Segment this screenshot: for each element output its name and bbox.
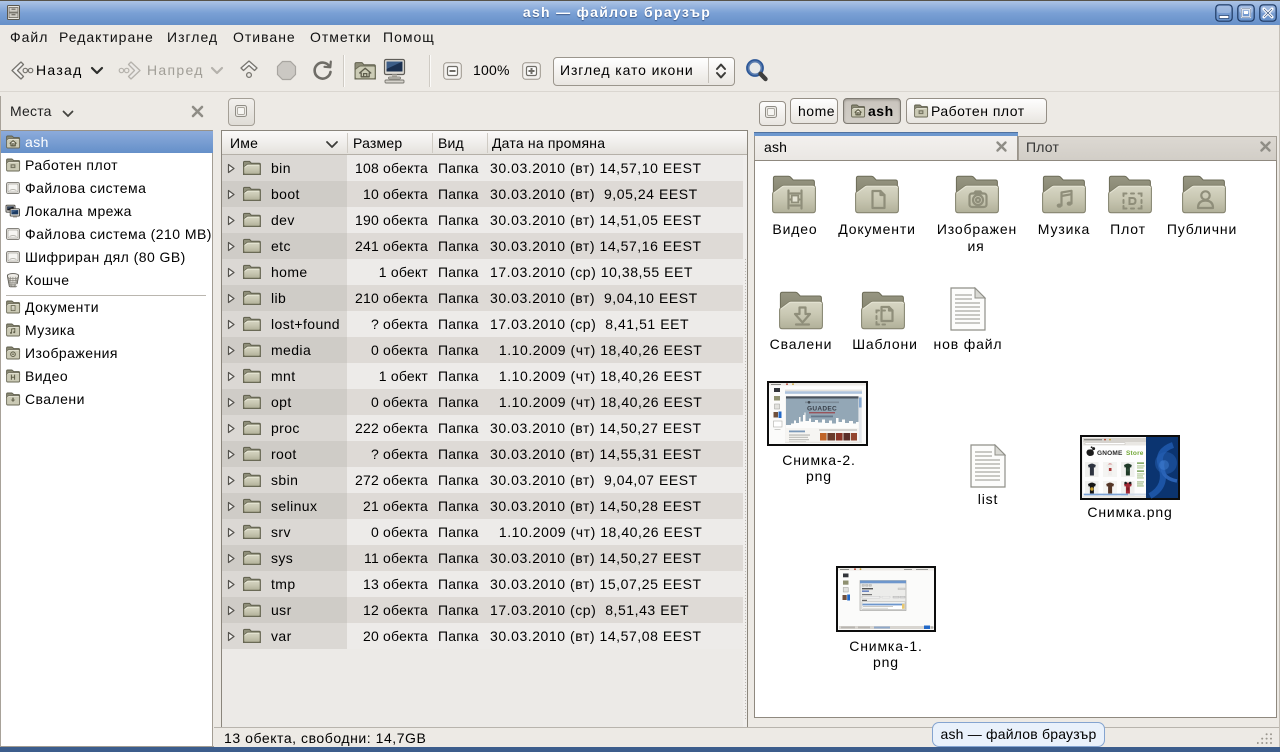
- svg-text:GUADEC: GUADEC: [807, 406, 837, 413]
- svg-text:Store: Store: [1126, 450, 1144, 457]
- svg-text:GNOME: GNOME: [1097, 450, 1123, 457]
